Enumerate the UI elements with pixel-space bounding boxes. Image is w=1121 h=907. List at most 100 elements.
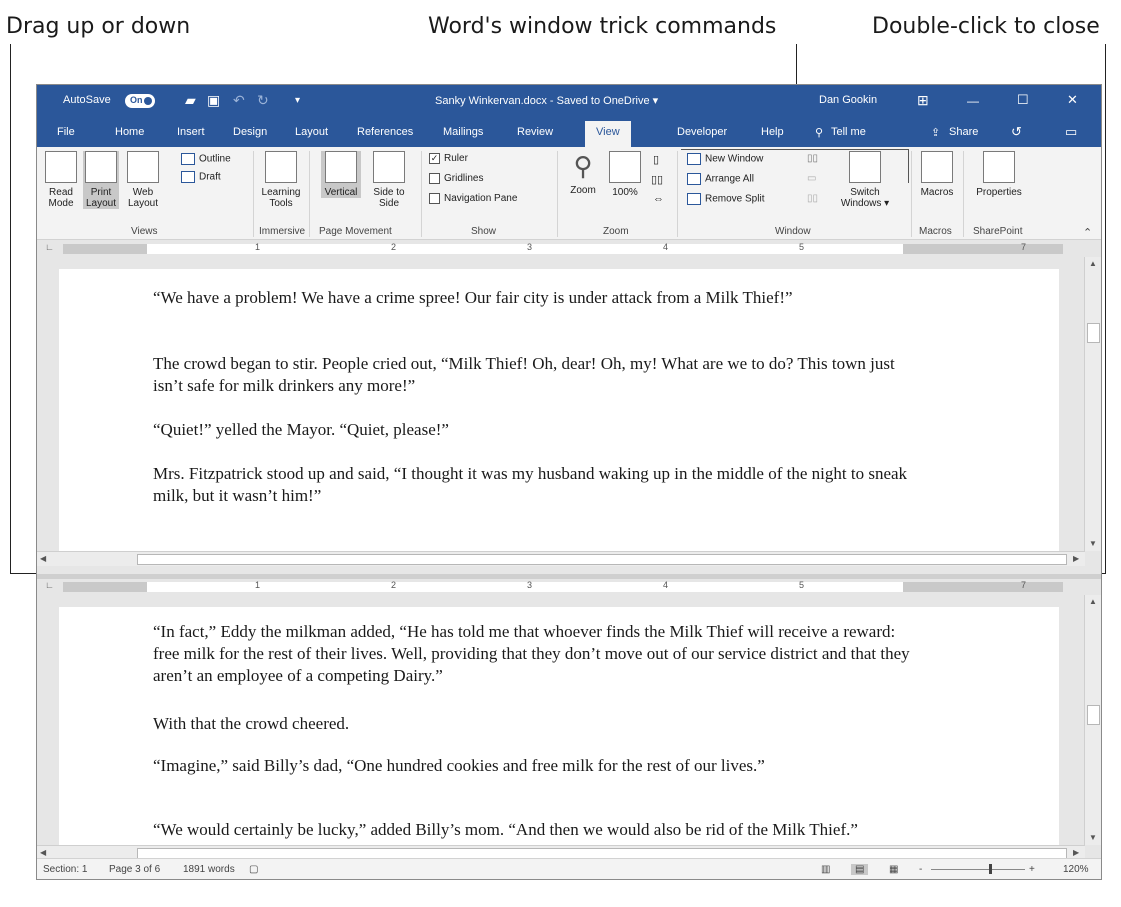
paragraph[interactable]: “We have a problem! We have a crime spre… <box>153 287 923 309</box>
web-layout-button[interactable]: Web Layout <box>121 151 165 209</box>
switch-windows-button[interactable]: Switch Windows ▾ <box>837 151 893 209</box>
zoom-100-label: 100% <box>612 187 638 198</box>
tab-review[interactable]: Review <box>517 126 553 138</box>
scroll-thumb[interactable] <box>137 554 1067 565</box>
share-icon[interactable]: ⇪ <box>931 126 940 139</box>
read-mode-view-icon[interactable]: ▥ <box>821 864 830 875</box>
vertical-scrollbar-top[interactable]: ▲ ▼ <box>1084 257 1101 551</box>
page[interactable]: “We have a problem! We have a crime spre… <box>59 269 1059 551</box>
print-layout-button[interactable]: Print Layout <box>83 151 119 209</box>
tab-help[interactable]: Help <box>761 126 784 138</box>
arrange-all-button[interactable]: Arrange All <box>687 173 754 185</box>
collapse-ribbon-icon[interactable]: ⌃ <box>1083 226 1092 239</box>
properties-button[interactable]: Properties <box>969 151 1029 198</box>
document-pane-bottom[interactable]: “In fact,” Eddy the milkman added, “He h… <box>37 595 1085 845</box>
ruler-bottom[interactable]: ∟ 1 2 3 4 5 7 <box>37 579 1085 595</box>
save-icon[interactable]: ▣ <box>207 92 220 109</box>
macros-button[interactable]: Macros <box>917 151 957 198</box>
web-layout-icon <box>127 151 159 183</box>
new-window-button[interactable]: New Window <box>687 153 763 165</box>
tab-developer[interactable]: Developer <box>677 126 727 138</box>
outline-icon <box>181 153 195 165</box>
autosave-toggle[interactable]: On <box>125 94 155 108</box>
scroll-right-arrow-icon[interactable]: ▶ <box>1073 848 1079 857</box>
draft-button[interactable]: Draft <box>181 171 221 183</box>
remove-split-button[interactable]: Remove Split <box>687 193 764 205</box>
redo-icon[interactable]: ↻ <box>257 92 269 109</box>
scroll-up-arrow-icon[interactable]: ▲ <box>1089 597 1097 606</box>
tab-layout[interactable]: Layout <box>295 126 328 138</box>
ruler-checkbox[interactable]: ✓ Ruler <box>429 153 468 164</box>
scroll-down-arrow-icon[interactable]: ▼ <box>1089 539 1097 548</box>
page-width-icon[interactable]: ⇔ <box>653 193 664 205</box>
document-pane-top[interactable]: “We have a problem! We have a crime spre… <box>37 257 1085 551</box>
reset-window-position-icon[interactable]: ▯▯ <box>807 193 818 204</box>
zoom-in-button[interactable]: + <box>1029 864 1035 875</box>
tab-selector-icon[interactable]: ∟ <box>45 242 54 252</box>
minimize-button[interactable]: — <box>967 94 979 108</box>
share-button[interactable]: Share <box>949 126 978 138</box>
tab-design[interactable]: Design <box>233 126 267 138</box>
proofing-icon[interactable]: ▢ <box>249 864 258 875</box>
paragraph[interactable]: “Quiet!” yelled the Mayor. “Quiet, pleas… <box>153 419 923 441</box>
restore-button[interactable]: ☐ <box>1017 92 1029 108</box>
zoom-button[interactable]: ⚲ Zoom <box>565 151 601 196</box>
read-mode-button[interactable]: Read Mode <box>41 151 81 209</box>
word-count[interactable]: 1891 words <box>183 864 235 875</box>
tab-references[interactable]: References <box>357 126 413 138</box>
search-icon[interactable]: ⚲ <box>815 126 823 139</box>
gridlines-checkbox[interactable]: Gridlines <box>429 173 483 184</box>
scroll-up-arrow-icon[interactable]: ▲ <box>1089 259 1097 268</box>
zoom-level[interactable]: 120% <box>1063 864 1089 875</box>
tab-view[interactable]: View <box>585 121 631 147</box>
scroll-left-arrow-icon[interactable]: ◀ <box>40 554 46 563</box>
one-page-icon[interactable]: ▯ <box>653 153 659 166</box>
page-indicator[interactable]: Page 3 of 6 <box>109 864 160 875</box>
learning-tools-button[interactable]: Learning Tools <box>259 151 303 209</box>
paragraph[interactable]: The crowd began to stir. People cried ou… <box>153 353 923 397</box>
navigation-pane-checkbox[interactable]: Navigation Pane <box>429 193 517 204</box>
zoom-100-button[interactable]: 100% <box>607 151 643 198</box>
tab-selector-icon[interactable]: ∟ <box>45 580 54 590</box>
comments-icon[interactable]: ▭ <box>1065 124 1077 140</box>
tab-file[interactable]: File <box>57 126 75 138</box>
scroll-right-arrow-icon[interactable]: ▶ <box>1073 554 1079 563</box>
ribbon-display-options-icon[interactable]: ⊞ <box>917 92 929 109</box>
multiple-pages-icon[interactable]: ▯▯ <box>651 173 663 186</box>
vertical-scrollbar-bottom[interactable]: ▲ ▼ <box>1084 595 1101 845</box>
page[interactable]: “In fact,” Eddy the milkman added, “He h… <box>59 607 1059 845</box>
user-name[interactable]: Dan Gookin <box>819 94 877 106</box>
horizontal-scrollbar-top[interactable]: ◀ ▶ <box>37 551 1085 566</box>
paragraph[interactable]: “In fact,” Eddy the milkman added, “He h… <box>153 621 923 687</box>
tab-mailings[interactable]: Mailings <box>443 126 483 138</box>
web-layout-view-icon[interactable]: ▦ <box>889 864 898 875</box>
zoom-out-button[interactable]: - <box>919 864 922 875</box>
scroll-down-arrow-icon[interactable]: ▼ <box>1089 833 1097 842</box>
tab-insert[interactable]: Insert <box>177 126 205 138</box>
tab-home[interactable]: Home <box>115 126 144 138</box>
paragraph[interactable]: “We would certainly be lucky,” added Bil… <box>153 819 923 841</box>
scroll-thumb[interactable] <box>1087 323 1100 343</box>
folder-icon[interactable]: ▰ <box>185 92 196 109</box>
ribbon: Read Mode Print Layout Web Layout Outlin… <box>37 147 1101 240</box>
section-indicator[interactable]: Section: 1 <box>43 864 87 875</box>
undo-icon[interactable]: ↶ <box>233 92 245 109</box>
zoom-slider-thumb[interactable] <box>989 864 992 874</box>
side-to-side-button[interactable]: Side to Side <box>367 151 411 209</box>
synchronous-scrolling-icon[interactable]: ▭ <box>807 173 816 184</box>
print-layout-view-icon[interactable]: ▤ <box>851 864 869 875</box>
customize-toolbar-icon[interactable]: ▾ <box>295 95 300 106</box>
paragraph[interactable]: Mrs. Fitzpatrick stood up and said, “I t… <box>153 463 923 507</box>
zoom-slider-track[interactable] <box>931 869 1025 870</box>
history-icon[interactable]: ↺ <box>1011 124 1022 140</box>
view-side-by-side-icon[interactable]: ▯▯ <box>807 153 818 164</box>
outline-button[interactable]: Outline <box>181 153 231 165</box>
close-button[interactable]: ✕ <box>1067 92 1078 108</box>
scroll-thumb[interactable] <box>1087 705 1100 725</box>
ruler-top[interactable]: ∟ 1 2 3 4 5 7 <box>37 241 1085 257</box>
paragraph[interactable]: “Imagine,” said Billy’s dad, “One hundre… <box>153 755 923 777</box>
paragraph[interactable]: With that the crowd cheered. <box>153 713 923 735</box>
tell-me-search[interactable]: Tell me <box>831 126 866 138</box>
scroll-left-arrow-icon[interactable]: ◀ <box>40 848 46 857</box>
vertical-button[interactable]: Vertical <box>321 151 361 198</box>
